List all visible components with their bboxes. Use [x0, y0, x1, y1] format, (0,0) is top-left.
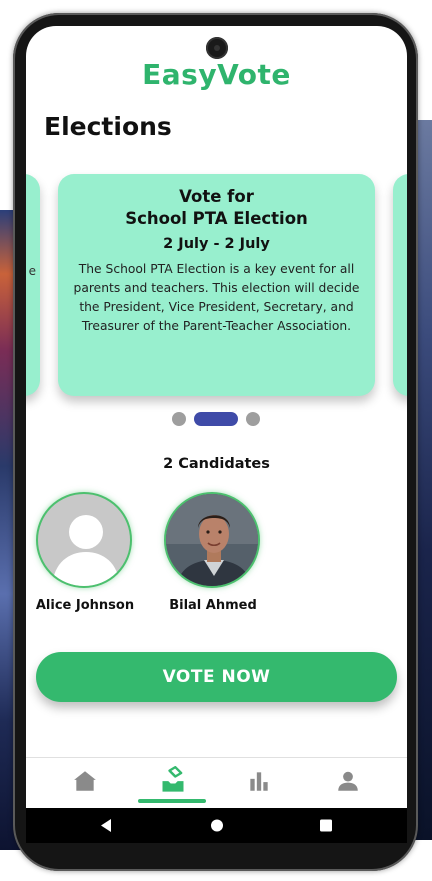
- bar-chart-icon: [250, 772, 268, 791]
- home-button-icon[interactable]: [209, 808, 225, 847]
- election-card[interactable]: Vote for School PTA Election 2 July - 2 …: [58, 174, 375, 396]
- nav-item-home[interactable]: [38, 758, 133, 808]
- back-icon[interactable]: [98, 808, 114, 847]
- candidate-avatar-placeholder[interactable]: [36, 492, 132, 588]
- election-card-title-line1: Vote for: [179, 187, 254, 206]
- election-dates: 2 July - 2 July: [163, 236, 270, 252]
- nav-item-profile[interactable]: [301, 758, 396, 808]
- candidates-heading: 2 Candidates: [163, 456, 270, 472]
- app-screen: EasyVote Elections e Vote for School PTA…: [26, 26, 407, 843]
- app-title: EasyVote: [142, 58, 291, 91]
- election-description: The School PTA Election is a key event f…: [73, 262, 360, 333]
- recents-icon[interactable]: [318, 808, 334, 847]
- election-card-next[interactable]: [393, 174, 407, 396]
- carousel-dot[interactable]: [246, 412, 260, 426]
- card-peek-text: e: [28, 264, 36, 278]
- nav-item-vote[interactable]: [124, 758, 219, 808]
- home-icon: [74, 771, 96, 791]
- election-card-title-line2: School PTA Election: [125, 209, 308, 228]
- android-navigation-bar: [26, 808, 407, 843]
- candidate-avatar-photo[interactable]: [164, 492, 260, 588]
- carousel-dot[interactable]: [172, 412, 186, 426]
- page-title: Elections: [44, 112, 172, 141]
- carousel-dot-active[interactable]: [194, 412, 238, 426]
- person-icon: [338, 771, 358, 791]
- front-camera: [206, 37, 228, 59]
- vote-now-button[interactable]: VOTE NOW: [36, 652, 397, 702]
- carousel-indicator: [26, 410, 407, 426]
- nav-active-indicator: [138, 799, 206, 803]
- bottom-nav: [26, 757, 407, 808]
- candidate-name: Alice Johnson: [35, 598, 135, 613]
- candidate-photo: [166, 494, 258, 586]
- placeholder-person-icon: [52, 515, 120, 586]
- ballot-icon: [162, 766, 184, 792]
- nav-item-results[interactable]: [212, 758, 307, 808]
- candidate-name: Bilal Ahmed: [169, 598, 257, 613]
- election-card-previous[interactable]: e: [26, 174, 40, 396]
